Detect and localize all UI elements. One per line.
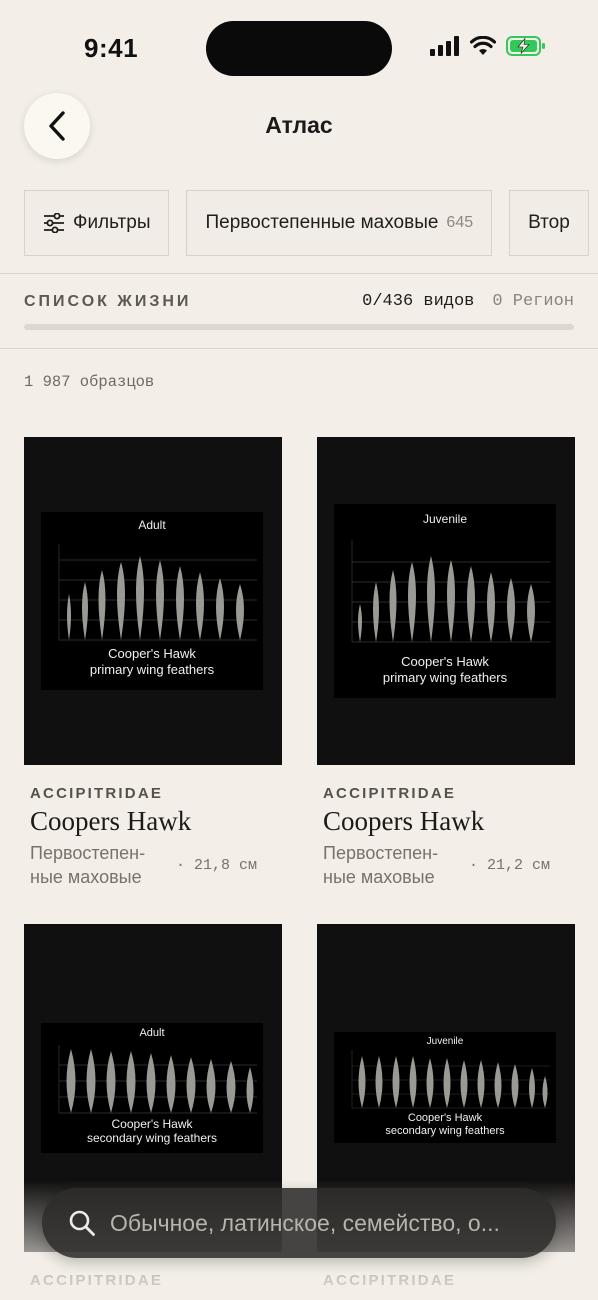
status-time: 9:41 xyxy=(84,33,139,63)
card-length: · 21,8 см xyxy=(176,856,258,874)
feather-plate: Juvenile xyxy=(334,1032,556,1143)
card-name: Coopers Hawk xyxy=(323,806,485,836)
card-meta: Первостепен-ные маховые · 21,2 см xyxy=(317,841,575,889)
plate-caption-line: Cooper's Hawk xyxy=(407,1112,483,1124)
search-icon xyxy=(69,1210,95,1236)
search-bar[interactable] xyxy=(42,1188,556,1258)
plate-caption: Cooper's Hawk secondary wing feathers xyxy=(41,1117,263,1145)
plate-caption-line: secondary wing feathers xyxy=(385,1125,505,1137)
nav-bar: Атлас xyxy=(0,90,598,162)
plate-caption: Cooper's Hawk primary wing feathers xyxy=(334,654,556,686)
feather-plate: Adult xyxy=(41,512,263,690)
wifi-icon xyxy=(470,36,496,55)
specimen-card[interactable]: Juvenile xyxy=(317,437,575,889)
filter-chips: Фильтры Первостепенные маховые 645 Втор xyxy=(24,190,589,256)
plate-title: Juvenile xyxy=(422,512,468,526)
status-bar: 9:41 xyxy=(0,0,598,90)
status-icons xyxy=(430,36,546,56)
plate-caption-line: primary wing feathers xyxy=(89,662,215,677)
feather-chart xyxy=(351,540,550,643)
card-family: ACCIPITRIDAE xyxy=(323,785,457,802)
plate-caption: Cooper's Hawk primary wing feathers xyxy=(41,646,263,678)
specimen-image[interactable]: Adult xyxy=(24,437,282,765)
card-family: ACCIPITRIDAE xyxy=(30,785,164,802)
feather-chart xyxy=(58,544,257,641)
divider xyxy=(0,273,598,274)
filters-label: Фильтры xyxy=(73,212,151,233)
plate-title: Adult xyxy=(139,1027,165,1039)
card-family: ACCIPITRIDAE xyxy=(323,1272,457,1289)
plate-caption: Cooper's Hawk secondary wing feathers xyxy=(334,1112,556,1138)
search-input[interactable] xyxy=(110,1209,556,1237)
feather-plate: Juvenile xyxy=(334,504,556,698)
plate-caption-line: Cooper's Hawk xyxy=(108,646,196,661)
life-list-region: 0 Регион xyxy=(492,292,574,311)
specimen-image[interactable]: Juvenile xyxy=(317,437,575,765)
feather-chart xyxy=(58,1045,257,1114)
plate-caption-line: secondary wing feathers xyxy=(86,1131,218,1145)
plate-caption-line: Cooper's Hawk xyxy=(401,654,489,669)
filters-button[interactable]: Фильтры xyxy=(24,190,170,256)
life-list-stats: 0/436 видов 0 Регион xyxy=(362,292,574,311)
card-type: Первостепен-ные маховые xyxy=(323,843,439,887)
card-meta: Первостепен-ные маховые · 21,8 см xyxy=(24,841,282,889)
dynamic-island xyxy=(206,21,392,76)
signal-icon xyxy=(430,36,459,56)
specimen-card[interactable]: Adult xyxy=(24,437,282,889)
life-list-label: СПИСОК ЖИЗНИ xyxy=(24,293,192,310)
battery-charging-icon xyxy=(506,36,545,56)
chip-secondaries-label: Втор xyxy=(528,212,570,233)
plate-title: Adult xyxy=(138,518,166,532)
divider xyxy=(0,348,598,349)
plate-caption-line: primary wing feathers xyxy=(382,670,508,685)
chip-primaries-count: 645 xyxy=(446,214,474,231)
plate-caption-line: Cooper's Hawk xyxy=(111,1117,193,1131)
filter-sliders-icon xyxy=(44,213,64,233)
life-list-species: 0/436 видов xyxy=(362,292,475,311)
chip-primaries[interactable]: Первостепенные маховые 645 xyxy=(186,190,493,256)
feather-plate: Adult xyxy=(41,1023,263,1153)
page-title: Атлас xyxy=(265,112,333,138)
card-type: Первостепен-ные маховые xyxy=(30,843,146,887)
life-list-progress xyxy=(24,324,574,330)
chip-secondaries[interactable]: Втор xyxy=(509,190,589,256)
card-family: ACCIPITRIDAE xyxy=(30,1272,164,1289)
specimen-count: 1 987 образцов xyxy=(24,373,155,391)
card-length: · 21,2 см xyxy=(469,856,551,874)
chip-primaries-label: Первостепенные маховые xyxy=(205,212,439,233)
card-name: Coopers Hawk xyxy=(30,806,192,836)
plate-title: Juvenile xyxy=(426,1036,464,1047)
feather-chart xyxy=(351,1050,550,1109)
